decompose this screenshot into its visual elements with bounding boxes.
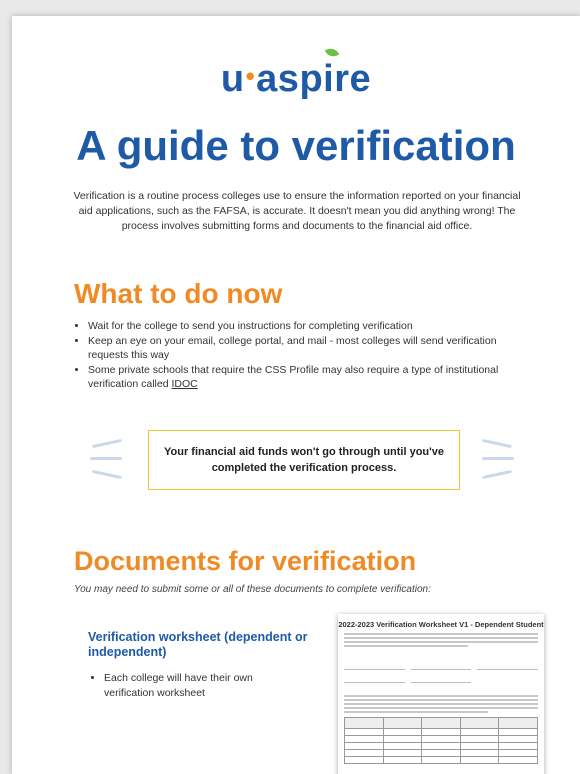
document-page: u•asp ire A guide to verification Verific… [12, 16, 580, 774]
what-to-do-heading: What to do now [74, 278, 283, 309]
callout-decoration [92, 438, 122, 449]
callout-decoration [482, 469, 512, 480]
logo-letter-u: u [220, 58, 245, 100]
callout-decoration [482, 457, 514, 460]
list-item: Wait for the college to send you instruc… [88, 319, 528, 333]
logo-letter-i: i [323, 46, 339, 101]
callout-decoration [90, 457, 122, 460]
logo-dot: • [245, 61, 256, 91]
leaf-icon [324, 46, 339, 59]
list-item: Each college will have their own verific… [104, 671, 304, 701]
logo-text-re: re [334, 58, 372, 100]
list-item: Keep an eye on your email, college porta… [88, 334, 528, 362]
callout-decoration [482, 438, 512, 449]
callout-text: Your financial aid funds won't go throug… [163, 446, 445, 474]
list-item: Some private schools that require the CS… [88, 363, 528, 391]
uaspire-logo: u•asp ire [12, 46, 580, 101]
intro-paragraph: Verification is a routine process colleg… [73, 190, 521, 232]
worksheet-list: Each college will have their own verific… [90, 671, 304, 701]
logo-text-asp: asp [256, 58, 324, 100]
thumbnail-table [344, 717, 538, 764]
worksheet-thumbnail: 2022-2023 Verification Worksheet V1 - De… [338, 614, 544, 774]
what-to-do-list: Wait for the college to send you instruc… [74, 319, 528, 392]
page-title: A guide to verification [76, 122, 516, 169]
thumbnail-section [344, 652, 538, 657]
worksheet-heading: Verification worksheet (dependent or ind… [88, 630, 308, 659]
callout-decoration [92, 469, 122, 480]
callout-box: Your financial aid funds won't go throug… [148, 430, 460, 490]
thumbnail-title: 2022-2023 Verification Worksheet V1 - De… [338, 620, 544, 629]
thumbnail-section [344, 688, 538, 693]
idoc-link[interactable]: IDOC [171, 378, 197, 390]
documents-subtitle: You may need to submit some or all of th… [74, 584, 431, 595]
documents-heading: Documents for verification [74, 546, 417, 576]
